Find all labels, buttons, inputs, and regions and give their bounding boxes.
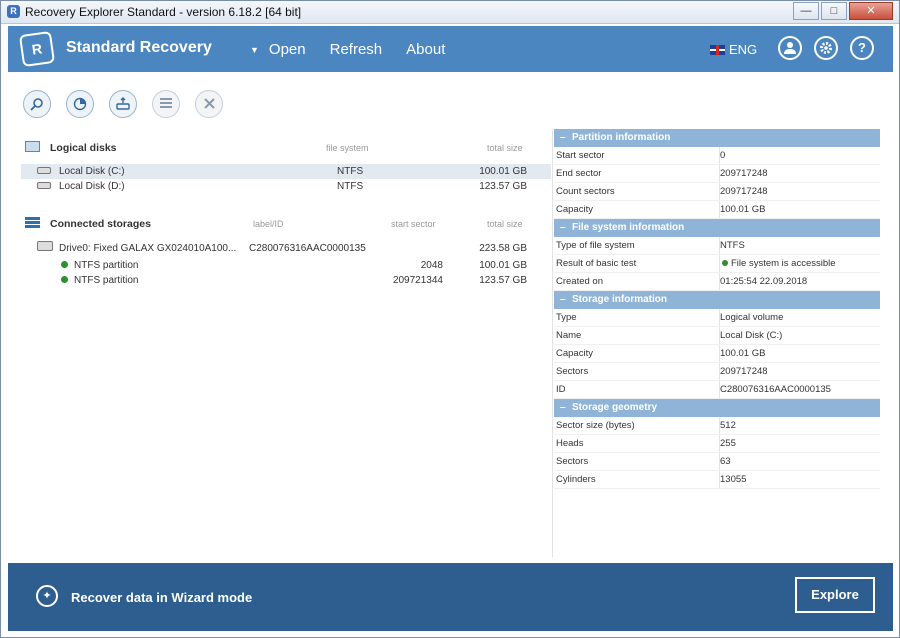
connected-storages-header: Connected storages label/ID start sector…: [21, 212, 551, 234]
partition-name: NTFS partition: [74, 275, 139, 286]
disk-name: Local Disk (D:): [59, 181, 125, 192]
user-icon[interactable]: [778, 36, 802, 60]
app-icon: R: [7, 5, 20, 18]
explore-button[interactable]: Explore: [795, 577, 875, 613]
language-label: ENG: [729, 42, 758, 57]
main-menu: ▼ Open Refresh About: [250, 41, 469, 58]
info-row: ID C280076316AAC0000135: [554, 381, 880, 399]
settings-gear-icon[interactable]: [814, 36, 838, 60]
column-total-size: total size: [487, 143, 523, 153]
info-row: Cylinders 13055: [554, 471, 880, 489]
info-row: Result of basic test File system is acces…: [554, 255, 880, 273]
partition-size: 123.57 GB: [479, 275, 527, 286]
logical-disk-row[interactable]: Local Disk (C:) NTFS 100.01 GB: [21, 164, 551, 179]
storage-info-header[interactable]: – Storage information: [554, 291, 880, 309]
minimize-button[interactable]: —: [793, 2, 819, 20]
storage-panel: Logical disks file system total size Loc…: [21, 136, 551, 288]
title-bar: R Recovery Explorer Standard - version 6…: [1, 1, 899, 24]
info-row: Sectors 63: [554, 453, 880, 471]
toolbar: [23, 90, 238, 118]
magic-wand-icon[interactable]: ✦: [36, 585, 58, 607]
partition-start: 209721344: [392, 275, 443, 286]
partition-start: 2048: [420, 260, 443, 271]
column-file-system: file system: [326, 143, 369, 153]
info-row: Heads 255: [554, 435, 880, 453]
disk-name: Local Disk (C:): [59, 166, 125, 177]
filesystem-info-header[interactable]: – File system information: [554, 219, 880, 237]
window-title: Recovery Explorer Standard - version 6.1…: [25, 5, 302, 19]
drive-size: 223.58 GB: [479, 243, 527, 254]
info-row: Start sector 0: [554, 147, 880, 165]
partition-size: 100.01 GB: [479, 260, 527, 271]
disk-icon: [37, 164, 51, 179]
info-row: Sectors 209717248: [554, 363, 880, 381]
disk-fs: NTFS: [337, 181, 364, 192]
disk-image-icon[interactable]: [109, 90, 137, 118]
disk-size: 100.01 GB: [479, 166, 527, 177]
column-total-size: total size: [487, 219, 523, 229]
info-row: Capacity 100.01 GB: [554, 345, 880, 363]
remove-icon[interactable]: [195, 90, 223, 118]
drive-icon: [37, 240, 53, 258]
storage-icon: [25, 217, 40, 228]
uk-flag-icon: [710, 44, 725, 55]
drive-name: Drive0: Fixed GALAX GX024010A100...: [59, 243, 237, 254]
close-window-button[interactable]: ✕: [849, 2, 893, 20]
help-icon[interactable]: ?: [850, 36, 874, 60]
info-row: Type of file system NTFS: [554, 237, 880, 255]
language-selector[interactable]: ENG: [710, 42, 757, 57]
info-row: Type Logical volume: [554, 309, 880, 327]
footer-bar: ✦ Recover data in Wizard mode Explore: [8, 563, 893, 631]
maximize-button[interactable]: □: [821, 2, 847, 20]
logical-disk-row[interactable]: Local Disk (D:) NTFS 123.57 GB: [21, 179, 551, 194]
partition-status-icon: [61, 273, 68, 288]
menu-refresh[interactable]: Refresh: [330, 41, 383, 58]
app-header: R Standard Recovery ▼ Open Refresh About…: [8, 26, 893, 72]
disk-size: 123.57 GB: [479, 181, 527, 192]
column-start-sector: start sector: [391, 219, 436, 229]
drive-row[interactable]: Drive0: Fixed GALAX GX024010A100... C280…: [21, 240, 551, 258]
info-row: Name Local Disk (C:): [554, 327, 880, 345]
logical-disks-title: Logical disks: [50, 142, 117, 154]
list-view-icon[interactable]: [152, 90, 180, 118]
partition-name: NTFS partition: [74, 260, 139, 271]
menu-open[interactable]: Open: [269, 41, 306, 58]
search-disk-icon[interactable]: [23, 90, 51, 118]
partition-info-header[interactable]: – Partition information: [554, 129, 880, 147]
info-row: End sector 209717248: [554, 165, 880, 183]
partition-row[interactable]: NTFS partition 2048 100.01 GB: [21, 258, 551, 273]
info-row: Count sectors 209717248: [554, 183, 880, 201]
menu-about[interactable]: About: [406, 41, 445, 58]
disk-icon: [37, 179, 51, 194]
column-label-id: label/ID: [253, 219, 284, 229]
info-row: Capacity 100.01 GB: [554, 201, 880, 219]
wizard-mode-link[interactable]: Recover data in Wizard mode: [71, 590, 252, 605]
connected-storages-title: Connected storages: [50, 218, 151, 230]
info-row: Sector size (bytes) 512: [554, 417, 880, 435]
panel-divider[interactable]: [552, 129, 553, 557]
brand-title: Standard Recovery: [66, 39, 212, 56]
storage-geometry-header[interactable]: – Storage geometry: [554, 399, 880, 417]
logo-icon: R: [18, 30, 56, 68]
logical-disks-header: Logical disks file system total size: [21, 136, 551, 158]
drive-id: C280076316AAC0000135: [249, 243, 366, 254]
info-panel: – Partition information Start sector 0 End…: [554, 129, 880, 489]
partition-status-icon: [61, 258, 68, 273]
app-window: R Recovery Explorer Standard - version 6…: [0, 0, 900, 638]
disk-fs: NTFS: [337, 166, 364, 177]
status-ok-icon: [722, 260, 728, 266]
info-row: Created on 01:25:54 22.09.2018: [554, 273, 880, 291]
partition-row[interactable]: NTFS partition 209721344 123.57 GB: [21, 273, 551, 288]
menu-dropdown-icon[interactable]: ▼: [250, 45, 259, 55]
monitor-icon: [25, 141, 40, 152]
scan-disk-icon[interactable]: [66, 90, 94, 118]
